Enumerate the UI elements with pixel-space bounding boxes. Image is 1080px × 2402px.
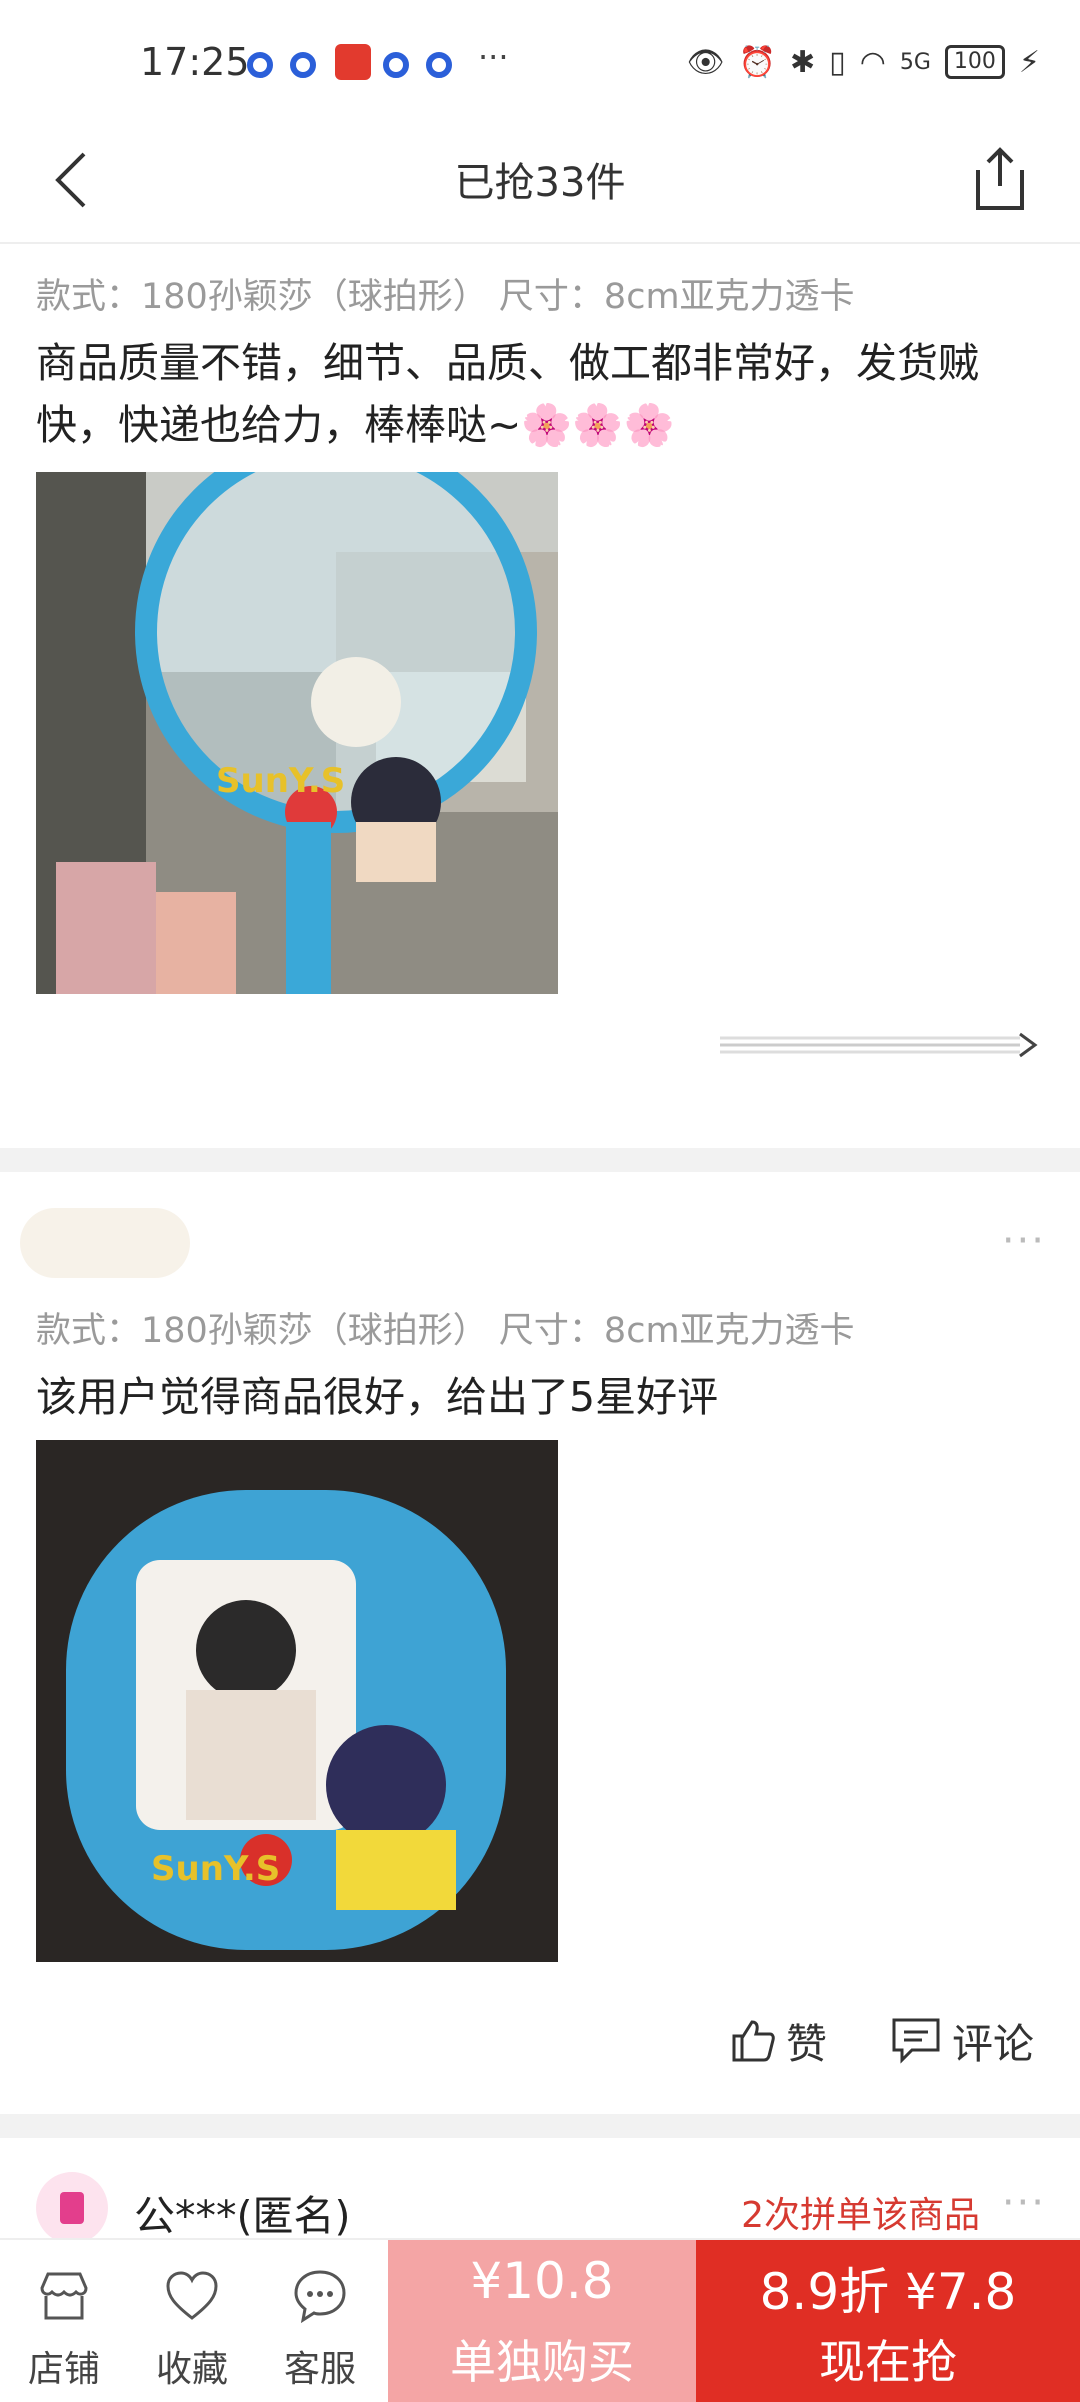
review-photo[interactable]: SunY.S — [36, 1440, 558, 1962]
bottom-bar: 店铺 收藏 客服 ¥10.8 单独购买 8.9折 ¥7.8 现在抢 — [0, 2238, 1080, 2402]
comment-icon — [892, 2018, 940, 2064]
store-label: 店铺 — [27, 2349, 100, 2390]
section-divider — [0, 1148, 1080, 1172]
review-text: 该用户觉得商品很好，给出了5星好评 — [36, 1373, 719, 1421]
single-label: 单独购买 — [450, 2335, 634, 2389]
notification-icon — [426, 52, 452, 78]
photo-text: SunY.S — [216, 761, 345, 801]
more-options-icon[interactable]: ··· — [1002, 1218, 1046, 1264]
status-bar: 17:25 ··· 👁 ⏰ ✱ ▯ ◠ 5G 100 ⚡ — [0, 0, 1080, 120]
favorite-label: 收藏 — [155, 2349, 228, 2390]
store-icon — [40, 2272, 88, 2320]
notification-icon — [290, 52, 316, 78]
like-icon — [732, 2020, 775, 2062]
review-spec: 款式：180孙颖莎（球拍形） 尺寸：8cm亚克力透卡 — [36, 1311, 855, 1351]
share-icon[interactable] — [970, 144, 1030, 214]
wifi-icon: ◠ — [859, 44, 886, 80]
charging-icon: ⚡ — [1018, 44, 1040, 80]
store-button[interactable]: 店铺 — [4, 2240, 124, 2402]
more-indicator[interactable] — [720, 1030, 1040, 1060]
group-price: 8.9折 ¥7.8 — [759, 2263, 1017, 2321]
single-price: ¥10.8 — [470, 2252, 614, 2310]
favorite-button[interactable]: 收藏 — [132, 2240, 252, 2402]
comment-label: 评论 — [952, 2020, 1034, 2068]
buy-now-button[interactable]: 8.9折 ¥7.8 现在抢 — [696, 2240, 1080, 2402]
bluetooth-icon: ✱ — [790, 44, 816, 80]
like-label: 赞 — [786, 2020, 827, 2068]
service-button[interactable]: 客服 — [260, 2240, 380, 2402]
alarm-icon: ⏰ — [738, 44, 777, 80]
more-notifications: ··· — [478, 38, 509, 76]
avatar[interactable] — [36, 2172, 108, 2244]
vibrate-icon: ▯ — [829, 44, 846, 80]
gift-icon — [60, 2192, 84, 2224]
like-button[interactable]: 赞 — [728, 2005, 827, 2075]
review-photo[interactable]: SunY.S — [36, 472, 558, 994]
system-icons: 👁 ⏰ ✱ ▯ ◠ 5G 100 ⚡ — [687, 44, 1040, 80]
group-label: 现在抢 — [819, 2335, 957, 2389]
top-nav: 已抢33件 — [0, 120, 1080, 244]
battery-icon: 100 — [944, 45, 1005, 79]
section-divider — [0, 2114, 1080, 2138]
more-options-icon[interactable]: ··· — [1002, 2180, 1046, 2226]
buy-alone-button[interactable]: ¥10.8 单独购买 — [388, 2240, 696, 2402]
review-spec: 款式：180孙颖莎（球拍形） 尺寸：8cm亚克力透卡 — [36, 277, 855, 317]
repeat-buyer-badge: 2次拼单该商品 — [741, 2195, 980, 2236]
page-title: 已抢33件 — [454, 160, 626, 206]
comment-button[interactable]: 评论 — [890, 2005, 1034, 2075]
reviewer-name: 公***(匿名) — [134, 2192, 351, 2240]
notification-icon — [247, 52, 273, 78]
app-notification-icon — [335, 44, 371, 80]
notification-icon — [383, 52, 409, 78]
photo-text: SunY.S — [151, 1849, 280, 1889]
service-label: 客服 — [283, 2349, 356, 2390]
heart-icon — [166, 2271, 218, 2320]
avatar[interactable] — [20, 1208, 190, 1278]
status-time: 17:25 — [140, 40, 250, 84]
review-text: 商品质量不错，细节、品质、做工都非常好，发货贼快，快递也给力，棒棒哒~🌸🌸🌸 — [36, 339, 979, 449]
chat-icon — [294, 2270, 346, 2324]
signal-icon: 5G — [899, 49, 931, 75]
eye-icon: 👁 — [686, 44, 725, 80]
